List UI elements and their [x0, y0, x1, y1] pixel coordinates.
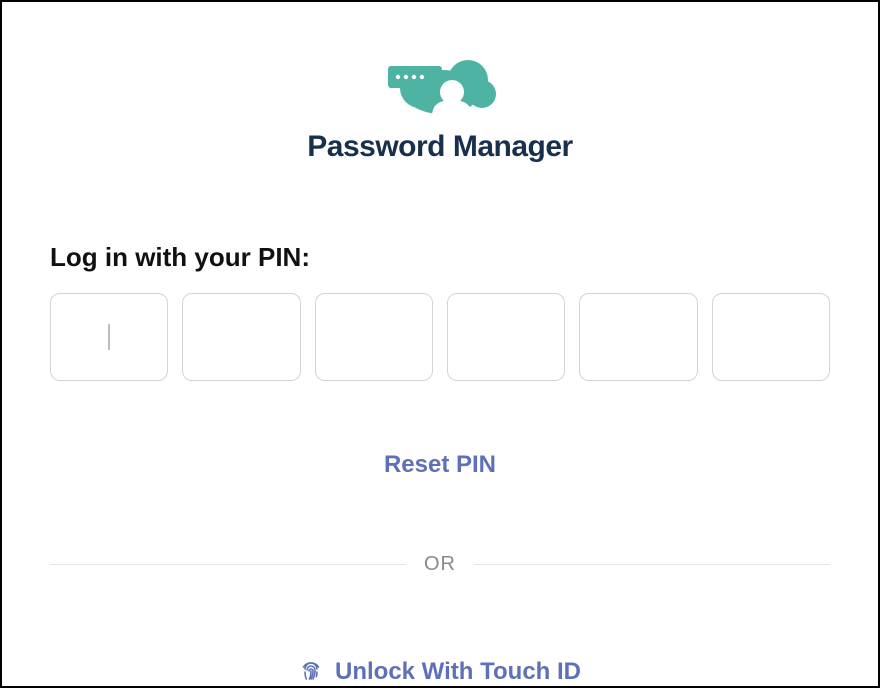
- pin-digit-2[interactable]: [182, 293, 300, 381]
- app-title: Password Manager: [307, 130, 572, 164]
- pin-digit-6[interactable]: [712, 293, 830, 381]
- login-prompt: Log in with your PIN:: [50, 242, 830, 273]
- divider-line-right: [474, 564, 830, 565]
- reset-pin-button[interactable]: Reset PIN: [384, 451, 496, 479]
- divider-row: OR: [50, 553, 830, 576]
- pin-digit-5[interactable]: [579, 293, 697, 381]
- divider-line-left: [50, 564, 406, 565]
- pin-digit-1[interactable]: [50, 293, 168, 381]
- unlock-touch-id-button[interactable]: Unlock With Touch ID: [299, 658, 581, 686]
- reset-pin-label: Reset PIN: [384, 451, 496, 478]
- pin-input-row: [50, 293, 830, 381]
- pin-digit-3[interactable]: [315, 293, 433, 381]
- unlock-touch-id-label: Unlock With Touch ID: [335, 658, 581, 686]
- logo-area: Password Manager: [307, 50, 572, 164]
- fingerprint-icon: [299, 660, 323, 684]
- pin-digit-4[interactable]: [447, 293, 565, 381]
- login-panel: Password Manager Log in with your PIN: R…: [2, 2, 878, 686]
- password-manager-logo-icon: [370, 50, 510, 118]
- divider-label: OR: [424, 553, 456, 576]
